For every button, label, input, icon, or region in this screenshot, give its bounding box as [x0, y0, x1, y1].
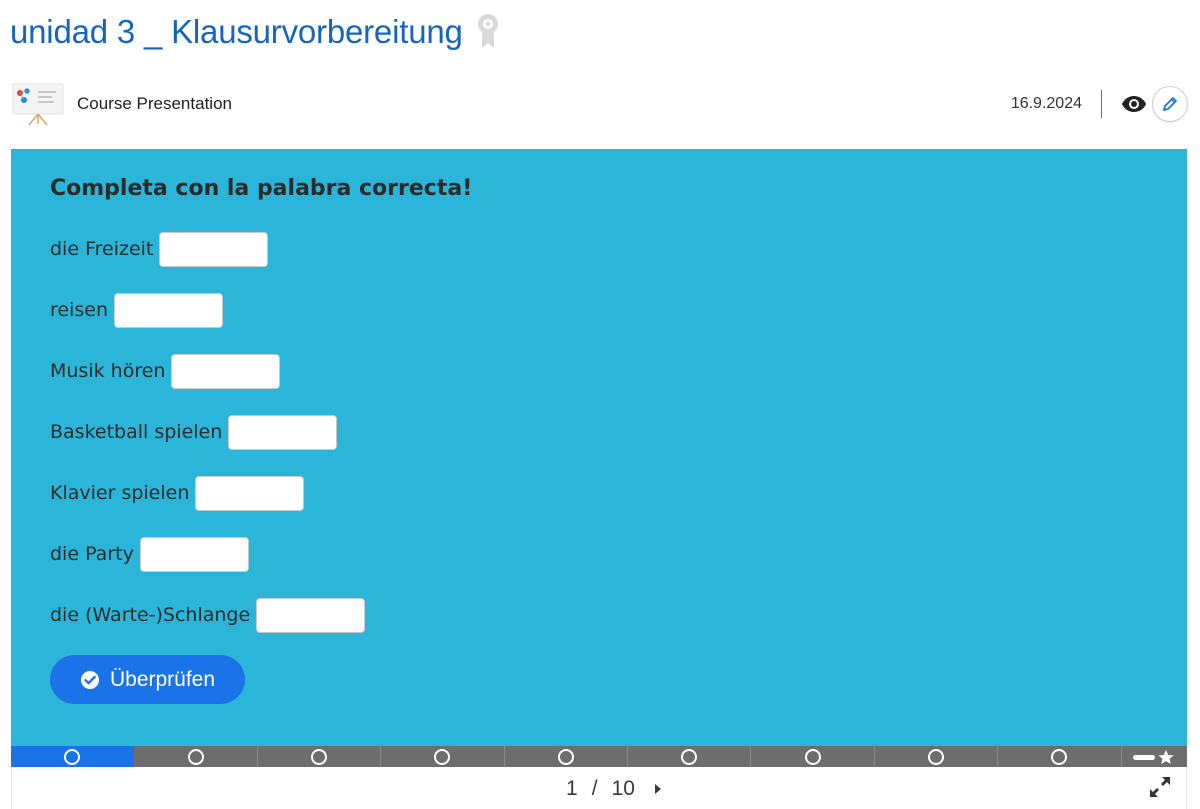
- slide-footer: 1 / 10: [11, 767, 1187, 809]
- slide-dot-icon: [927, 748, 944, 765]
- fill-in-row: die Party: [50, 537, 365, 598]
- check-button-label: Überprüfen: [109, 667, 216, 691]
- fill-in-list: die Freizeit reisen Musik hören Basketba…: [50, 232, 366, 659]
- presentation-icon: [12, 82, 64, 126]
- task-title: Completa con la palabra correcta!: [50, 176, 473, 201]
- prompt-word: die Freizeit: [50, 238, 154, 260]
- fill-in-row: die Freizeit: [50, 232, 365, 293]
- content-meta-row: Course Presentation 16.9.2024: [12, 76, 1188, 132]
- total-pages: 10: [611, 777, 635, 800]
- slide-dot-icon: [681, 748, 698, 765]
- slide-dot-icon: [557, 748, 574, 765]
- answer-input[interactable]: [114, 293, 223, 328]
- slide-dot-icon: [434, 748, 451, 765]
- pencil-icon: [1163, 97, 1177, 111]
- progress-slide-4[interactable]: [381, 746, 505, 767]
- answer-input[interactable]: [228, 415, 338, 450]
- progress-slide-3[interactable]: [258, 746, 382, 767]
- slide-dot-icon: [310, 748, 327, 765]
- slide-progress-bar: [11, 746, 1187, 767]
- progress-slide-8[interactable]: [875, 746, 999, 767]
- page-indicator: 1 / 10: [566, 777, 663, 801]
- prompt-word: Klavier spielen: [50, 482, 190, 504]
- progress-slide-2[interactable]: [134, 746, 258, 767]
- prompt-word: die Party: [50, 543, 134, 565]
- progress-slide-6[interactable]: [628, 746, 752, 767]
- fill-in-row: Musik hören: [50, 354, 365, 415]
- expand-icon: [1150, 777, 1170, 797]
- fill-in-row: reisen: [50, 293, 365, 354]
- answer-input[interactable]: [256, 598, 366, 633]
- slide-canvas: Completa con la palabra correcta! die Fr…: [11, 149, 1187, 746]
- slide-dot-icon: [1051, 748, 1068, 765]
- check-button[interactable]: Überprüfen: [50, 655, 245, 704]
- progress-slide-1[interactable]: [11, 746, 135, 767]
- edit-button[interactable]: [1152, 86, 1188, 122]
- progress-slide-9[interactable]: [998, 746, 1122, 767]
- eye-icon: [1122, 96, 1146, 112]
- progress-summary-slide[interactable]: [1122, 746, 1187, 767]
- slide-dot-icon: [64, 748, 81, 765]
- slide-dot-icon: [187, 748, 204, 765]
- page-title-text: unidad 3 _ Klausurvorbereitung: [10, 13, 463, 50]
- progress-slide-5[interactable]: [505, 746, 628, 767]
- page-separator: /: [591, 777, 598, 800]
- next-slide-button[interactable]: [653, 782, 663, 796]
- answer-input[interactable]: [159, 232, 269, 267]
- fullscreen-button[interactable]: [1148, 775, 1172, 799]
- prompt-word: die (Warte-)Schlange: [50, 604, 251, 626]
- prompt-word: Musik hören: [50, 360, 166, 382]
- caret-right-icon: [654, 784, 661, 794]
- answer-input[interactable]: [139, 537, 249, 572]
- page-title: unidad 3 _ Klausurvorbereitung: [10, 12, 501, 52]
- content-type-label: Course Presentation: [77, 94, 232, 113]
- progress-slide-7[interactable]: [751, 746, 875, 767]
- fill-in-row: Basketball spielen: [50, 415, 365, 476]
- prompt-word: reisen: [50, 299, 108, 321]
- meta-divider: [1101, 90, 1102, 118]
- prompt-word: Basketball spielen: [50, 421, 223, 443]
- award-ribbon-icon: [475, 12, 501, 52]
- summary-star-icon: [1133, 749, 1174, 764]
- check-circle-icon: [80, 670, 100, 690]
- meta-actions: 16.9.2024: [1011, 86, 1188, 122]
- answer-input[interactable]: [171, 354, 281, 389]
- answer-input[interactable]: [195, 476, 305, 511]
- view-button[interactable]: [1120, 90, 1148, 118]
- fill-in-row: Klavier spielen: [50, 476, 365, 537]
- fill-in-row: die (Warte-)Schlange: [50, 598, 366, 659]
- date-label: 16.9.2024: [1010, 95, 1082, 112]
- slide-dot-icon: [804, 748, 821, 765]
- current-page: 1: [566, 777, 578, 800]
